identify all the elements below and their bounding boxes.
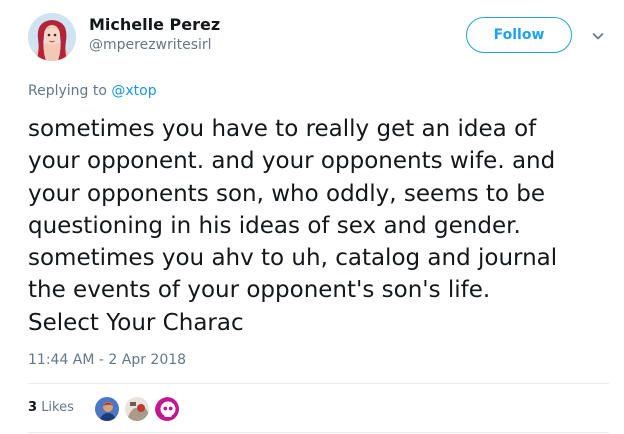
tweet-line: your opponent. and your opponents wife. …	[28, 148, 556, 175]
liker-avatar[interactable]	[124, 396, 150, 422]
liker-avatar[interactable]	[154, 396, 180, 422]
divider	[28, 383, 609, 384]
chevron-down-icon[interactable]	[591, 28, 605, 42]
tweet-line: sometimes you ahv to uh, catalog and jou…	[28, 245, 558, 272]
tweet-timestamp[interactable]: 11:44 AM - 2 Apr 2018	[28, 352, 186, 368]
tweet-line: questioning in his ideas of sex and gend…	[28, 212, 521, 239]
liker-avatar[interactable]	[94, 396, 120, 422]
tweet-line: your opponents son, who oddly, seems to …	[28, 180, 546, 207]
tweet-line: sometimes you have to really get an idea…	[28, 116, 537, 142]
author-display-name[interactable]: Michelle Perez	[89, 15, 220, 34]
follow-button[interactable]: Follow	[466, 17, 572, 53]
likes-count: 3	[28, 400, 38, 415]
tweet-line: the events of your opponent's son's life…	[28, 277, 491, 304]
divider	[28, 432, 609, 433]
tweet-line: Select Your Charac	[28, 309, 244, 336]
likes-label: Likes	[41, 400, 74, 415]
tweet-text: sometimes you have to really get an idea…	[28, 113, 618, 339]
replying-to-label: Replying to	[28, 83, 107, 99]
replying-to: Replying to @xtop	[28, 83, 157, 99]
author-handle[interactable]: @mperezwritesirl	[89, 37, 212, 53]
likes-count-link[interactable]: 3 Likes	[28, 400, 74, 415]
author-avatar[interactable]	[28, 13, 76, 61]
reply-mention-link[interactable]: @xtop	[111, 83, 156, 99]
